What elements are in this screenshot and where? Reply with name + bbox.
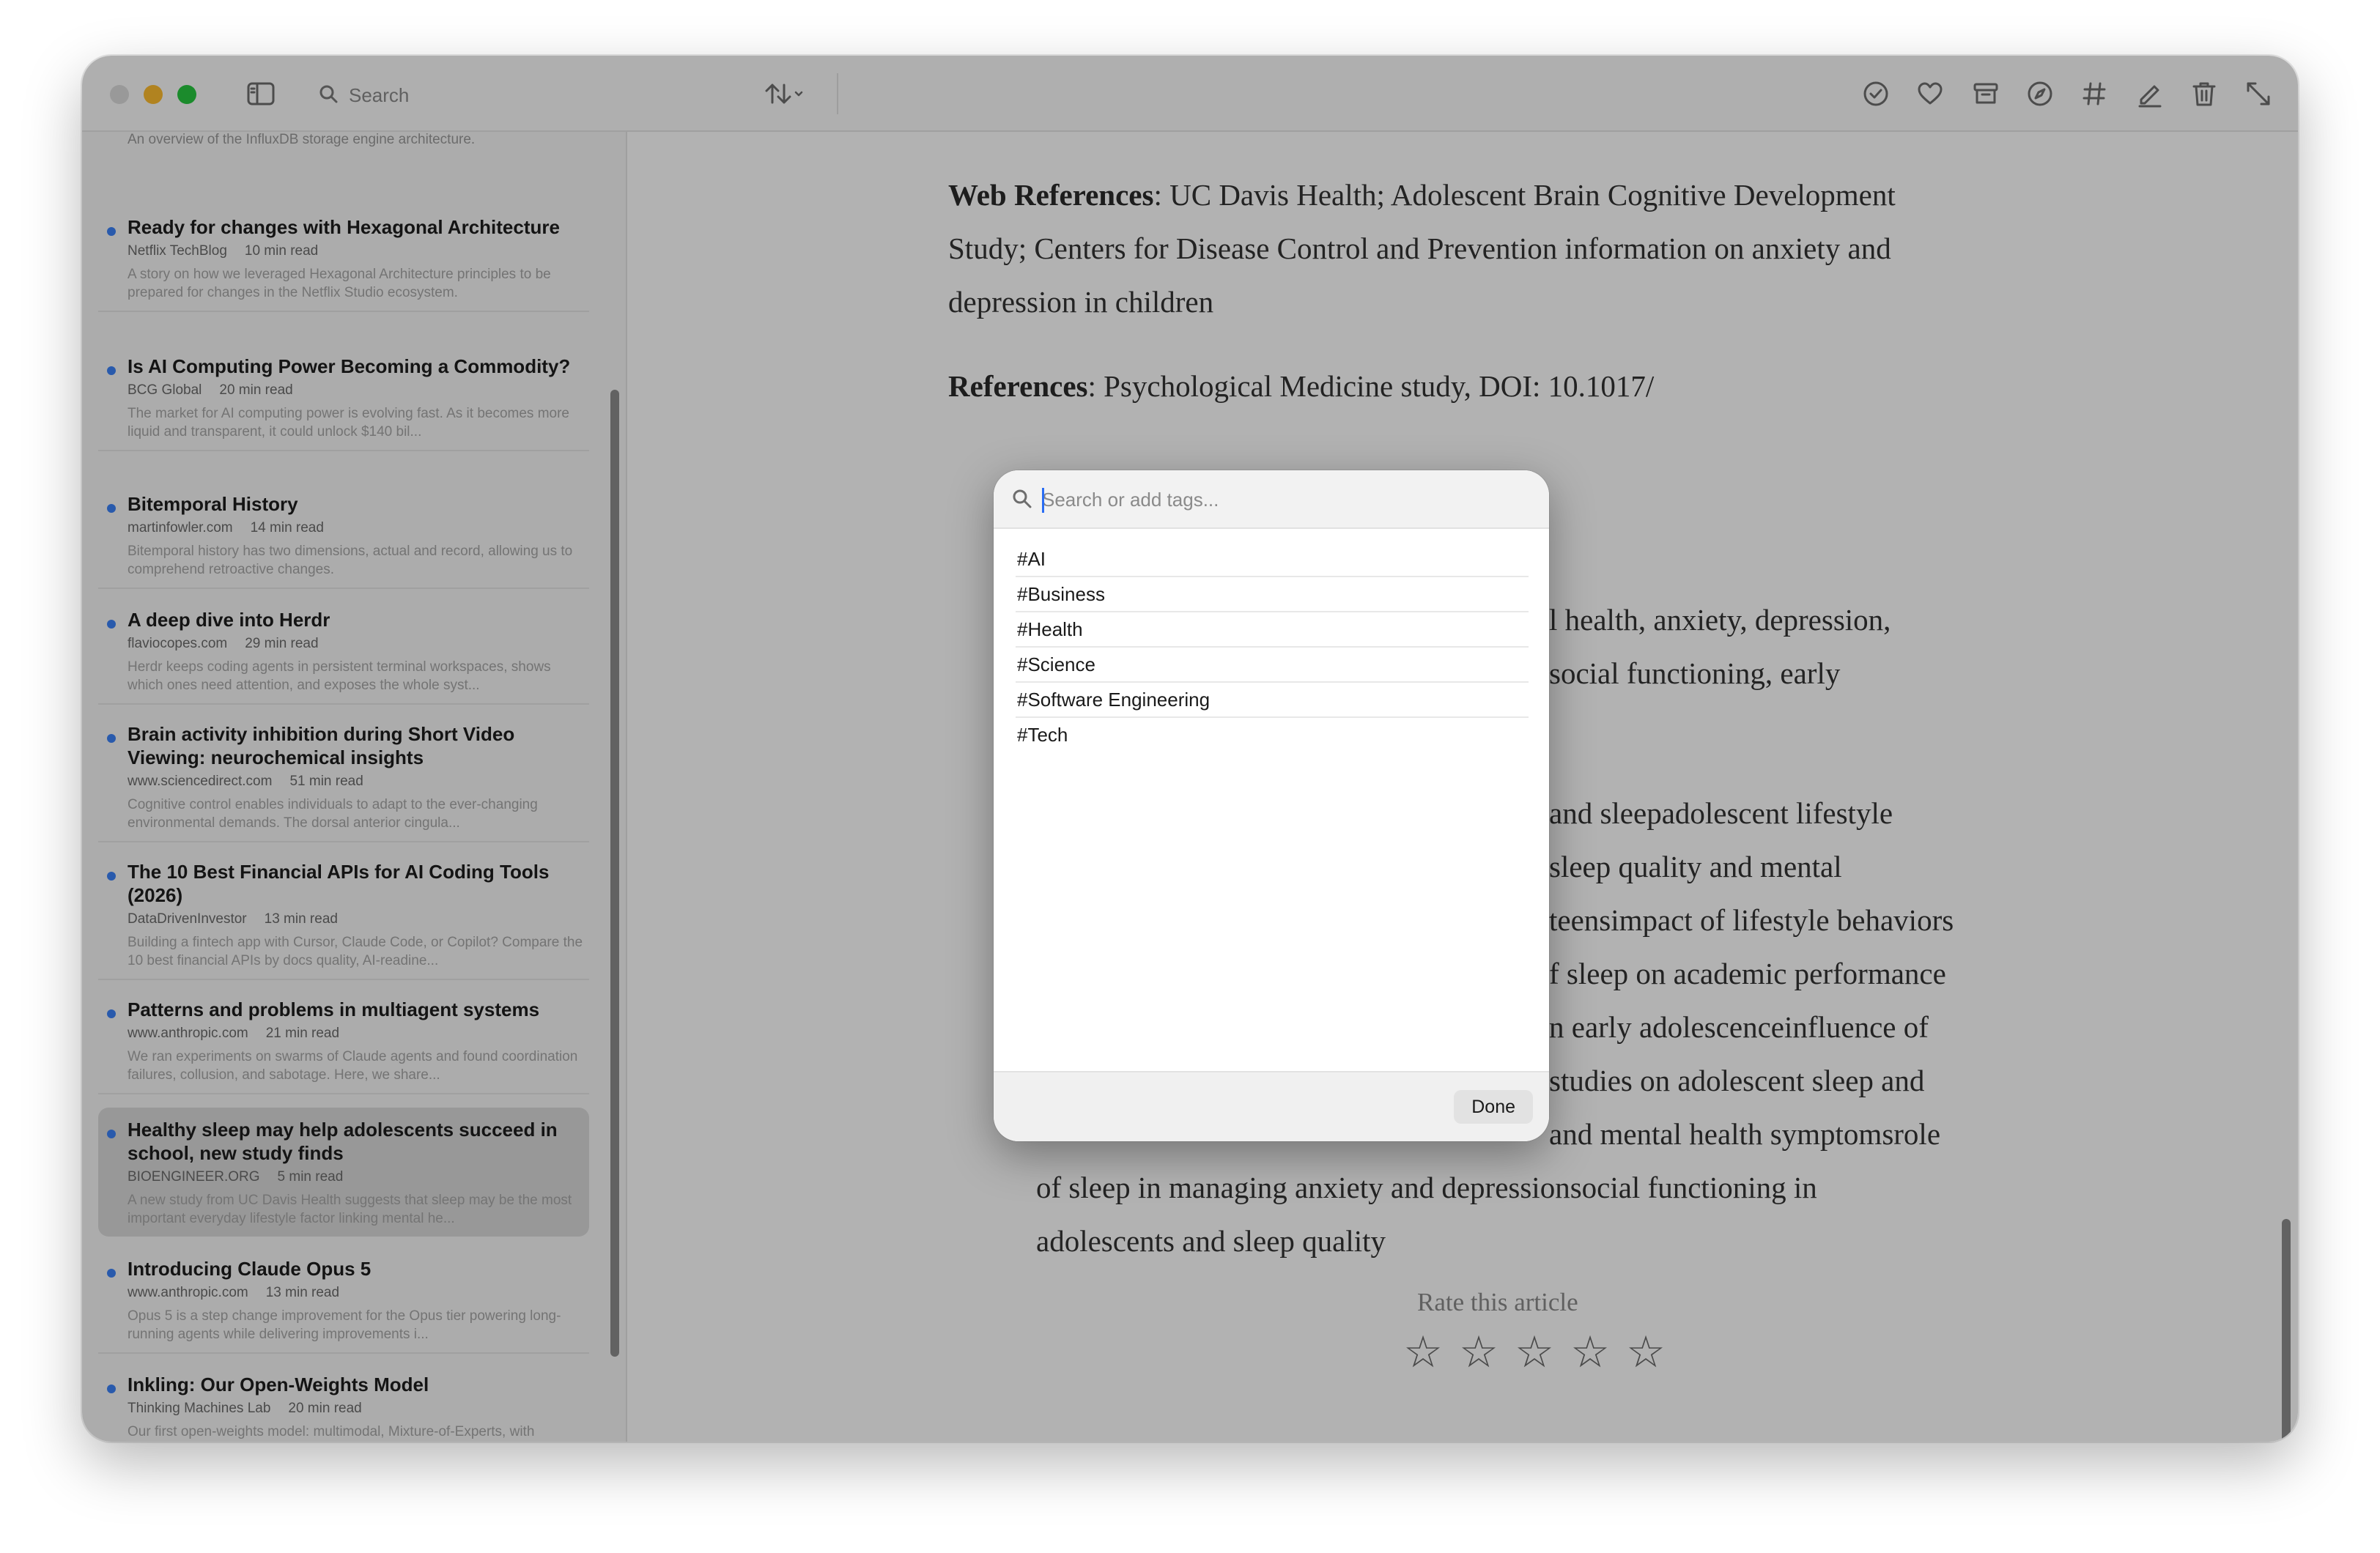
search-icon	[1011, 488, 1033, 514]
tag-item[interactable]: #Software Engineering	[1016, 683, 1529, 718]
app-window: Search An overview of the InfluxDB stora…	[82, 56, 2298, 1442]
tag-search-input[interactable]	[1042, 483, 1526, 516]
tag-item[interactable]: #Health	[1016, 612, 1529, 648]
tag-item[interactable]: #Business	[1016, 577, 1529, 612]
done-button[interactable]: Done	[1454, 1090, 1533, 1124]
tag-item[interactable]: #AI	[1016, 542, 1529, 577]
tag-search-bar	[994, 470, 1549, 529]
text-caret	[1042, 488, 1044, 513]
tag-popover: #AI#Business#Health#Science#Software Eng…	[994, 470, 1549, 1141]
popover-footer: Done	[994, 1071, 1549, 1141]
tag-item[interactable]: #Science	[1016, 648, 1529, 683]
tag-item[interactable]: #Tech	[1016, 718, 1529, 753]
tag-list: #AI #Business #Health #Science #Software Eng…	[1016, 542, 1529, 753]
